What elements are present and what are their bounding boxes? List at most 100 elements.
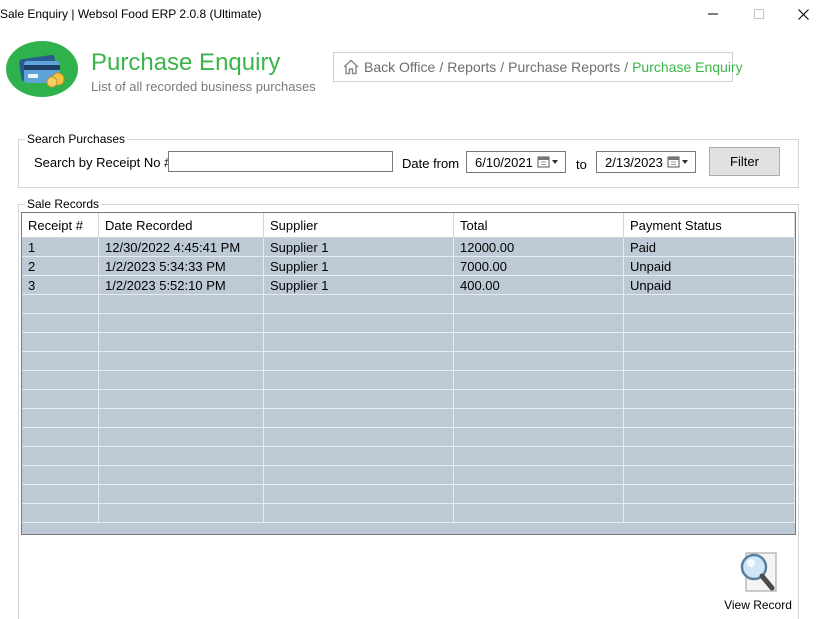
empty-cell <box>454 333 624 351</box>
page-header: Purchase Enquiry List of all recorded bu… <box>0 28 823 106</box>
date-from-picker[interactable]: 6/10/2021 <box>466 151 566 173</box>
receipt-search-label: Search by Receipt No # <box>34 155 172 170</box>
empty-cell <box>264 314 454 332</box>
empty-table-row <box>22 466 795 485</box>
page-title: Purchase Enquiry <box>91 49 281 76</box>
empty-cell <box>454 314 624 332</box>
breadcrumb-separator: / <box>624 59 629 75</box>
empty-table-row <box>22 295 795 314</box>
empty-table-row <box>22 314 795 333</box>
empty-cell <box>22 333 99 351</box>
filter-button[interactable]: Filter <box>709 147 780 176</box>
empty-table-row <box>22 333 795 352</box>
empty-cell <box>22 352 99 370</box>
empty-table-row <box>22 409 795 428</box>
empty-cell <box>22 371 99 389</box>
breadcrumb-current: Purchase Enquiry <box>632 59 743 75</box>
view-record-label: View Record <box>724 598 792 612</box>
empty-cell <box>454 485 624 503</box>
empty-cell <box>624 333 795 351</box>
home-icon[interactable] <box>342 59 360 75</box>
empty-cell <box>99 504 264 522</box>
table-header: Receipt # Date Recorded Supplier Total P… <box>22 213 795 238</box>
magnifier-icon <box>740 552 777 592</box>
empty-cell <box>264 428 454 446</box>
empty-cell <box>454 447 624 465</box>
empty-cell <box>624 314 795 332</box>
page-subtitle: List of all recorded business purchases <box>91 79 316 94</box>
cell-receipt: 3 <box>22 276 99 294</box>
empty-cell <box>624 352 795 370</box>
maximize-button[interactable] <box>736 0 782 28</box>
empty-cell <box>264 447 454 465</box>
cell-payment-status: Unpaid <box>624 257 795 275</box>
empty-table-row <box>22 371 795 390</box>
empty-cell <box>454 371 624 389</box>
breadcrumb-reports[interactable]: Reports <box>447 59 496 75</box>
column-header-payment-status[interactable]: Payment Status <box>624 213 795 238</box>
empty-cell <box>99 409 264 427</box>
receipt-search-input[interactable] <box>168 151 393 172</box>
empty-cell <box>454 409 624 427</box>
date-to-label: to <box>576 157 587 172</box>
empty-cell <box>99 371 264 389</box>
column-header-supplier[interactable]: Supplier <box>264 213 454 238</box>
empty-cell <box>99 428 264 446</box>
empty-cell <box>454 295 624 313</box>
empty-cell <box>99 295 264 313</box>
minimize-icon <box>708 13 718 15</box>
empty-cell <box>624 504 795 522</box>
empty-table-row <box>22 504 795 523</box>
empty-table-row <box>22 352 795 371</box>
empty-table-row <box>22 390 795 409</box>
close-button[interactable] <box>780 0 823 28</box>
column-header-date[interactable]: Date Recorded <box>99 213 264 238</box>
empty-cell <box>264 333 454 351</box>
title-bar: Sale Enquiry | Websol Food ERP 2.0.8 (Ul… <box>0 0 823 28</box>
empty-cell <box>624 409 795 427</box>
empty-cell <box>454 428 624 446</box>
table-body: 1 12/30/2022 4:45:41 PM Supplier 1 12000.00… <box>22 238 795 523</box>
empty-cell <box>22 485 99 503</box>
maximize-icon <box>754 9 764 19</box>
empty-cell <box>264 352 454 370</box>
empty-cell <box>264 390 454 408</box>
calendar-dropdown-icon[interactable] <box>537 155 561 169</box>
date-to-picker[interactable]: 2/13/2023 <box>596 151 696 173</box>
date-from-value: 6/10/2021 <box>475 154 533 170</box>
close-icon <box>797 8 809 20</box>
empty-cell <box>22 295 99 313</box>
records-group-label: Sale Records <box>27 197 100 211</box>
empty-table-row <box>22 428 795 447</box>
breadcrumb-purchase-reports[interactable]: Purchase Reports <box>508 59 620 75</box>
empty-cell <box>22 504 99 522</box>
breadcrumb-separator: / <box>500 59 505 75</box>
empty-cell <box>22 390 99 408</box>
empty-cell <box>264 485 454 503</box>
content-area: Search Purchases Search by Receipt No # … <box>0 106 823 619</box>
empty-table-row <box>22 485 795 504</box>
calendar-dropdown-icon[interactable] <box>667 155 691 169</box>
records-table[interactable]: Receipt # Date Recorded Supplier Total P… <box>21 212 796 535</box>
minimize-button[interactable] <box>690 0 736 28</box>
empty-cell <box>99 447 264 465</box>
table-row[interactable]: 1 12/30/2022 4:45:41 PM Supplier 1 12000.00… <box>22 238 795 257</box>
cell-total: 7000.00 <box>454 257 624 275</box>
empty-cell <box>454 466 624 484</box>
empty-cell <box>99 333 264 351</box>
empty-cell <box>624 295 795 313</box>
view-record-button[interactable]: View Record <box>722 550 794 615</box>
column-header-receipt[interactable]: Receipt # <box>22 213 99 238</box>
empty-cell <box>264 295 454 313</box>
column-header-total[interactable]: Total <box>454 213 624 238</box>
empty-cell <box>99 314 264 332</box>
empty-cell <box>22 428 99 446</box>
table-row[interactable]: 2 1/2/2023 5:34:33 PM Supplier 1 7000.00 Unp… <box>22 257 795 276</box>
empty-cell <box>454 352 624 370</box>
breadcrumb-separator: / <box>439 59 444 75</box>
table-row[interactable]: 3 1/2/2023 5:52:10 PM Supplier 1 400.00 Unpa… <box>22 276 795 295</box>
empty-cell <box>99 352 264 370</box>
empty-cell <box>264 504 454 522</box>
breadcrumb-back-office[interactable]: Back Office <box>364 59 435 75</box>
cell-supplier: Supplier 1 <box>264 238 454 256</box>
